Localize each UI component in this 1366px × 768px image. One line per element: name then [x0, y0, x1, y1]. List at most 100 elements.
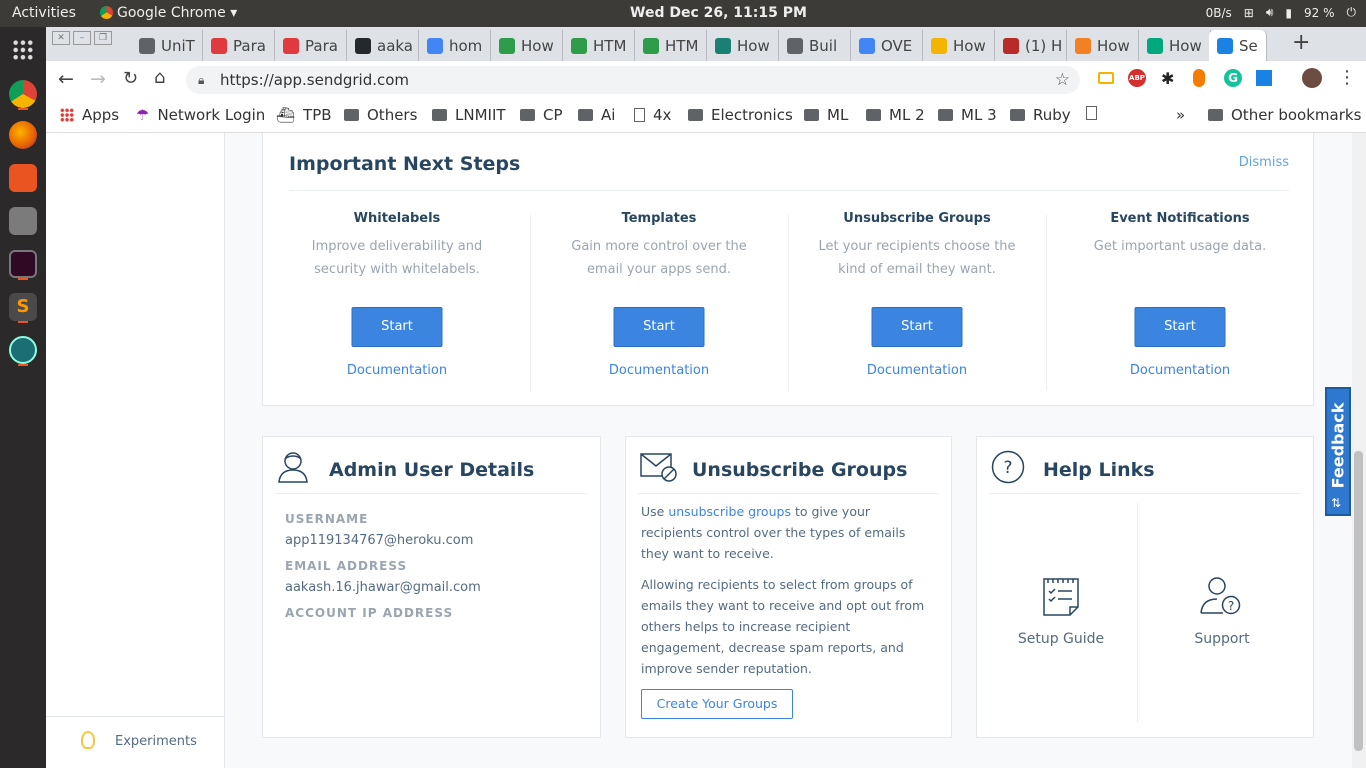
page-scrollbar[interactable]	[1352, 133, 1366, 768]
tab-active[interactable]: Se ✕	[1209, 30, 1267, 61]
bookmark-network-login[interactable]: ☂ Network Login	[136, 106, 265, 124]
grammarly-extension-icon[interactable]: G	[1224, 69, 1242, 87]
adblock-extension-icon[interactable]: ABP	[1128, 69, 1146, 87]
window-controls[interactable]: ✕ – ❐	[52, 31, 112, 45]
tab[interactable]: HTM	[563, 30, 635, 61]
bookmark-folder-lnmiit[interactable]: LNMIIT	[432, 106, 506, 124]
tab[interactable]: How	[923, 30, 995, 61]
tab-label: How	[1169, 36, 1202, 55]
lightbulb-icon	[81, 731, 95, 749]
new-tab-button[interactable]: +	[1292, 30, 1310, 55]
gitkraken-dock-icon[interactable]	[9, 336, 37, 364]
start-button[interactable]: Start	[871, 307, 963, 347]
chrome-dock-icon[interactable]	[9, 80, 37, 108]
bookmark-page[interactable]	[1086, 106, 1097, 120]
battery-icon: ▮	[1285, 5, 1292, 20]
tab-label: Se	[1239, 36, 1258, 55]
tab[interactable]: (1) H	[995, 30, 1067, 61]
documentation-link[interactable]: Documentation	[530, 363, 788, 378]
bookmark-folder-cp[interactable]: CP	[520, 106, 563, 124]
folder-extension-icon[interactable]	[1098, 72, 1114, 84]
tab[interactable]: How	[1139, 30, 1211, 61]
window-extension-icon[interactable]	[1256, 70, 1272, 86]
octotree-extension-icon[interactable]: ✱	[1161, 69, 1174, 88]
support-person-icon: ?	[1200, 577, 1241, 615]
sublime-dock-icon[interactable]: S	[9, 293, 37, 321]
dismiss-link[interactable]: Dismiss	[1239, 155, 1289, 170]
tab[interactable]: How	[707, 30, 779, 61]
system-tray[interactable]: 0B/s ⊞ 🔊︎ ▮ 92 % ⏻	[1206, 5, 1356, 20]
tab-label: Buil	[809, 36, 838, 55]
scrollbar-thumb[interactable]	[1354, 451, 1363, 751]
bookmark-folder-electronics[interactable]: Electronics	[688, 106, 793, 124]
favicon-icon	[715, 37, 731, 54]
bookmark-folder-ml2[interactable]: ML 2	[866, 106, 925, 124]
extension-icon[interactable]	[1193, 69, 1205, 87]
bookmark-folder-ruby[interactable]: Ruby	[1010, 106, 1071, 124]
tab[interactable]: aaka	[347, 30, 419, 61]
tab[interactable]: hom	[419, 30, 491, 61]
page-content: Experiments Important Next Steps Dismiss…	[46, 133, 1352, 768]
minimize-window-icon[interactable]: –	[73, 31, 91, 45]
bookmark-folder-ai[interactable]: Ai	[578, 106, 615, 124]
menu-icon[interactable]: ⋮	[1338, 67, 1356, 88]
start-button[interactable]: Start	[613, 307, 705, 347]
svg-text:?: ?	[1003, 458, 1012, 478]
create-groups-button[interactable]: Create Your Groups	[641, 689, 793, 719]
tab[interactable]: How	[491, 30, 563, 61]
reload-icon[interactable]: ↻	[123, 68, 138, 89]
documentation-link[interactable]: Documentation	[1051, 363, 1309, 378]
step-title: Whitelabels	[353, 211, 441, 226]
running-indicator	[18, 278, 28, 280]
bookmark-folder-others[interactable]: Others	[344, 106, 417, 124]
bookmarks-overflow[interactable]: »	[1176, 106, 1185, 124]
bookmark-star-icon[interactable]: ☆	[1055, 66, 1070, 94]
tab[interactable]: UniT	[131, 30, 203, 61]
start-button[interactable]: Start	[351, 307, 443, 347]
tab-label: (1) H	[1025, 36, 1063, 55]
back-icon[interactable]: ←	[58, 68, 74, 90]
feedback-tab[interactable]: Feedback ⇅	[1325, 387, 1351, 516]
power-icon: ⏻	[1346, 5, 1357, 19]
tab-label: Para	[233, 36, 266, 55]
activities-button[interactable]: Activities	[12, 5, 76, 21]
profile-avatar[interactable]	[1302, 68, 1322, 88]
bookmark-apps[interactable]: Apps	[60, 106, 119, 124]
tab[interactable]: OVE	[851, 30, 923, 61]
bookmark-folder-ml[interactable]: ML	[804, 106, 848, 124]
experiments-link[interactable]: Experiments	[46, 716, 225, 768]
start-button[interactable]: Start	[1134, 307, 1226, 347]
documentation-link[interactable]: Documentation	[788, 363, 1046, 378]
step-description: Let your recipients choose the kind of e…	[818, 239, 1016, 277]
software-center-dock-icon[interactable]	[9, 164, 37, 192]
forward-icon[interactable]: →	[90, 68, 106, 90]
folder-icon	[520, 109, 535, 121]
support-label: Support	[1194, 631, 1250, 647]
setup-guide-label: Setup Guide	[1017, 631, 1105, 647]
tab[interactable]: HTM	[635, 30, 707, 61]
intro-text: Use	[641, 504, 669, 519]
other-bookmarks[interactable]: Other bookmarks	[1208, 106, 1361, 124]
tab[interactable]: How	[1067, 30, 1139, 61]
documentation-link[interactable]: Documentation	[268, 363, 526, 378]
bookmark-tpb[interactable]: ⛴ TPB	[276, 106, 332, 124]
sidebar: Experiments	[46, 133, 225, 768]
files-dock-icon[interactable]	[9, 207, 37, 235]
tab[interactable]: Buil	[779, 30, 851, 61]
bookmark-4x[interactable]: 4x	[634, 106, 671, 124]
tab[interactable]: Para	[275, 30, 347, 61]
app-menu[interactable]: Google Chrome ▾	[100, 5, 237, 21]
close-window-icon[interactable]: ✕	[52, 31, 70, 45]
address-bar[interactable]: 🔒︎ https://app.sendgrid.com ☆	[186, 66, 1080, 94]
unsubscribe-groups-link[interactable]: unsubscribe groups	[668, 504, 791, 519]
clock[interactable]: Wed Dec 26, 11:15 PM	[630, 5, 807, 21]
tab[interactable]: Para	[203, 30, 275, 61]
firefox-dock-icon[interactable]	[9, 121, 37, 149]
bookmark-folder-ml3[interactable]: ML 3	[938, 106, 997, 124]
terminal-dock-icon[interactable]	[9, 250, 37, 278]
unsubscribe-description: Allowing recipients to select from group…	[641, 577, 925, 676]
home-icon[interactable]: ⌂	[154, 67, 165, 88]
show-apps-icon[interactable]	[12, 39, 34, 61]
close-tab-icon[interactable]: ✕	[1266, 39, 1267, 53]
maximize-window-icon[interactable]: ❐	[94, 31, 112, 45]
